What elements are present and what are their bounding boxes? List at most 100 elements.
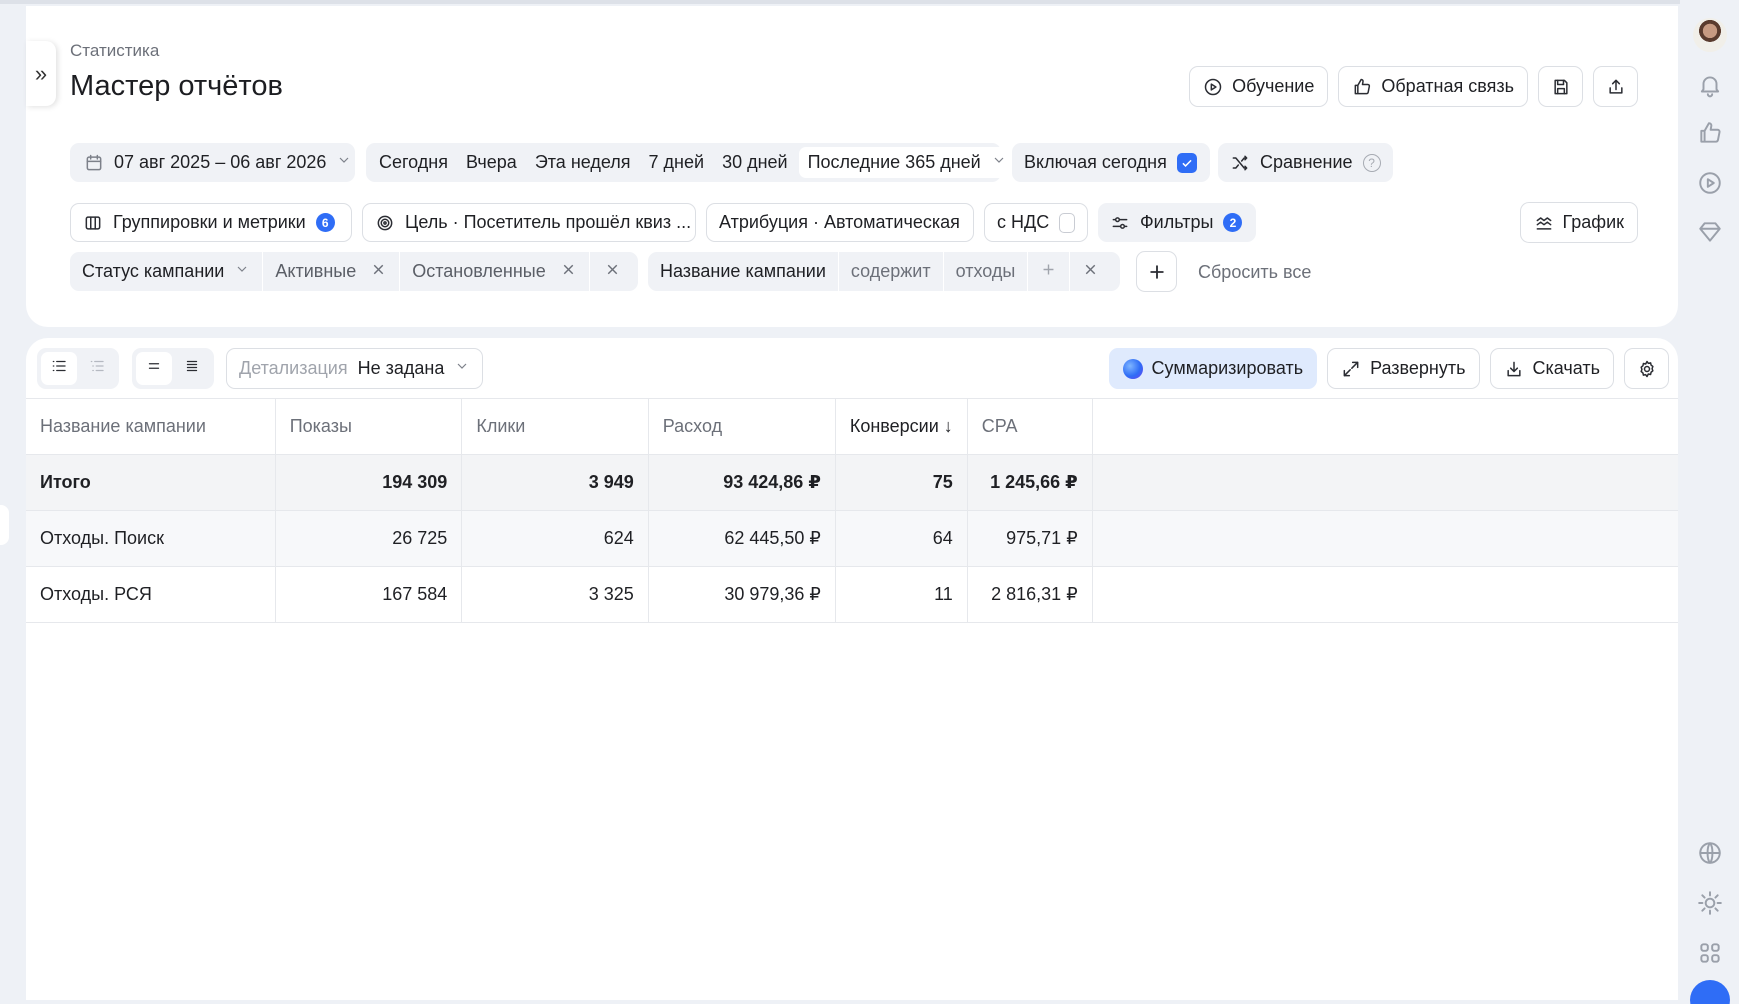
- vat-label: с НДС: [997, 212, 1050, 232]
- detail-label: Детализация: [239, 358, 348, 378]
- download-icon: [1504, 359, 1524, 379]
- chart-button[interactable]: График: [1519, 202, 1638, 243]
- table-row[interactable]: Отходы. РСЯ 167 584 3 325 30 979,36 ₽ 11…: [26, 566, 1678, 623]
- goal-selector[interactable]: Цель · Посетитель прошёл квиз ...: [362, 203, 696, 242]
- empty-cell: [1092, 566, 1678, 623]
- conversions-cell: 64: [835, 510, 968, 567]
- tree-list-button[interactable]: [79, 352, 115, 385]
- campaign-name-filter: Название кампании содержит отходы: [648, 252, 1120, 291]
- table-toolbar: Детализация Не задана Суммаризировать Ра…: [26, 338, 1678, 398]
- column-header-campaign[interactable]: Название кампании: [26, 398, 276, 455]
- density-compact-button[interactable]: [174, 352, 210, 385]
- detail-selector[interactable]: Детализация Не задана: [226, 348, 484, 389]
- expand-arrows-icon: [1341, 359, 1361, 379]
- upload-icon: [1606, 77, 1626, 97]
- preset-365-days[interactable]: Последние 365 дней: [798, 147, 1016, 178]
- bell-icon[interactable]: [1697, 72, 1723, 98]
- name-operator-label: содержит: [850, 261, 931, 281]
- total-conversions: 75: [835, 454, 968, 511]
- avatar[interactable]: [1693, 18, 1727, 52]
- table-actions: Суммаризировать Развернуть Скачать: [1108, 348, 1669, 389]
- attribution-label: Атрибуция · Автоматическая: [719, 212, 960, 232]
- groupings-label: Группировки и метрики: [113, 212, 306, 232]
- name-filter-field[interactable]: Название кампании: [648, 252, 838, 291]
- include-today-toggle[interactable]: Включая сегодня: [1012, 143, 1210, 182]
- cost-cell: 62 445,50 ₽: [648, 510, 836, 567]
- chart-label: График: [1562, 212, 1625, 232]
- diamond-icon[interactable]: [1697, 219, 1723, 245]
- preset-7-days[interactable]: 7 дней: [640, 143, 714, 182]
- filters-button[interactable]: Фильтры 2: [1098, 203, 1256, 242]
- column-header-impressions[interactable]: Показы: [275, 398, 463, 455]
- feedback-label: Обратная связь: [1381, 76, 1514, 96]
- expand-button[interactable]: Развернуть: [1327, 348, 1480, 389]
- name-filter-value[interactable]: отходы: [944, 252, 1028, 291]
- table-row[interactable]: Отходы. Поиск 26 725 624 62 445,50 ₽ 64 …: [26, 510, 1678, 567]
- column-header-empty: [1092, 398, 1678, 455]
- flat-list-button[interactable]: [41, 352, 77, 385]
- vat-toggle[interactable]: с НДС: [984, 203, 1088, 242]
- double-chevron-right-icon: »: [34, 60, 48, 86]
- learning-label: Обучение: [1232, 76, 1315, 96]
- clicks-cell: 624: [461, 510, 649, 567]
- remove-active-icon[interactable]: [370, 261, 387, 283]
- download-button[interactable]: Скачать: [1489, 348, 1614, 389]
- column-header-conversions[interactable]: Конверсии ↓: [835, 398, 968, 455]
- help-icon[interactable]: ?: [1362, 153, 1381, 172]
- column-header-cpa[interactable]: CPA: [967, 398, 1093, 455]
- gear-icon: [1637, 359, 1657, 379]
- column-header-clicks[interactable]: Клики: [461, 398, 649, 455]
- include-today-checkbox[interactable]: [1176, 152, 1197, 173]
- sun-icon[interactable]: [1697, 890, 1723, 916]
- report-settings-card: » Статистика Мастер отчётов Обучение Обр…: [26, 6, 1678, 327]
- page-title: Мастер отчётов: [70, 70, 283, 102]
- total-impressions: 194 309: [275, 454, 463, 511]
- preset-today[interactable]: Сегодня: [370, 143, 457, 182]
- left-edge-tab[interactable]: [0, 505, 9, 545]
- expand-sidebar-button[interactable]: »: [26, 41, 56, 106]
- thumbs-up-icon[interactable]: [1697, 120, 1723, 146]
- breadcrumb[interactable]: Статистика: [70, 41, 159, 61]
- status-value-stopped: Остановленные: [400, 252, 589, 291]
- shuffle-icon: [1230, 153, 1250, 173]
- reset-all-link[interactable]: Сбросить все: [1198, 262, 1311, 283]
- share-button[interactable]: [1593, 66, 1638, 107]
- groupings-metrics-button[interactable]: Группировки и метрики 6: [70, 203, 352, 242]
- save-icon: [1551, 77, 1571, 97]
- name-filter-operator[interactable]: содержит: [839, 252, 943, 291]
- chevron-down-icon: [991, 152, 1007, 173]
- remove-stopped-icon[interactable]: [560, 261, 577, 283]
- vat-checkbox[interactable]: [1059, 212, 1075, 233]
- status-filter-field[interactable]: Статус кампании: [70, 252, 262, 291]
- feedback-button[interactable]: Обратная связь: [1338, 66, 1528, 107]
- apps-grid-icon[interactable]: [1697, 940, 1723, 966]
- conversions-cell: 11: [835, 566, 968, 623]
- assistant-button[interactable]: [1690, 980, 1730, 1004]
- cpa-cell: 2 816,31 ₽: [967, 566, 1093, 623]
- learning-button[interactable]: Обучение: [1189, 66, 1329, 107]
- save-report-button[interactable]: [1538, 66, 1583, 107]
- remove-status-filter-button[interactable]: [590, 252, 635, 291]
- column-header-cost[interactable]: Расход: [648, 398, 836, 455]
- play-circle-icon: [1203, 77, 1223, 97]
- total-empty-cell: [1092, 454, 1678, 511]
- play-icon[interactable]: [1697, 170, 1723, 196]
- remove-name-filter-button[interactable]: [1070, 252, 1111, 291]
- summarize-button[interactable]: Суммаризировать: [1108, 348, 1318, 389]
- download-label: Скачать: [1532, 358, 1601, 378]
- preset-30-days[interactable]: 30 дней: [713, 143, 797, 182]
- preset-yesterday[interactable]: Вчера: [457, 143, 526, 182]
- add-value-button[interactable]: [1028, 252, 1069, 291]
- preset-this-week[interactable]: Эта неделя: [526, 143, 640, 182]
- name-filter-label: Название кампании: [660, 261, 826, 281]
- attribution-selector[interactable]: Атрибуция · Автоматическая: [706, 203, 974, 242]
- plus-icon: [1147, 262, 1167, 282]
- table-settings-button[interactable]: [1624, 348, 1669, 389]
- add-filter-button[interactable]: [1136, 251, 1177, 292]
- filters-count-badge: 2: [1223, 213, 1243, 232]
- compare-button[interactable]: Сравнение ?: [1218, 143, 1393, 182]
- thumbs-up-icon: [1352, 77, 1372, 97]
- date-range-picker[interactable]: 07 авг 2025 – 06 авг 2026: [70, 143, 355, 182]
- density-comfortable-button[interactable]: [136, 352, 172, 385]
- globe-icon[interactable]: [1697, 840, 1723, 866]
